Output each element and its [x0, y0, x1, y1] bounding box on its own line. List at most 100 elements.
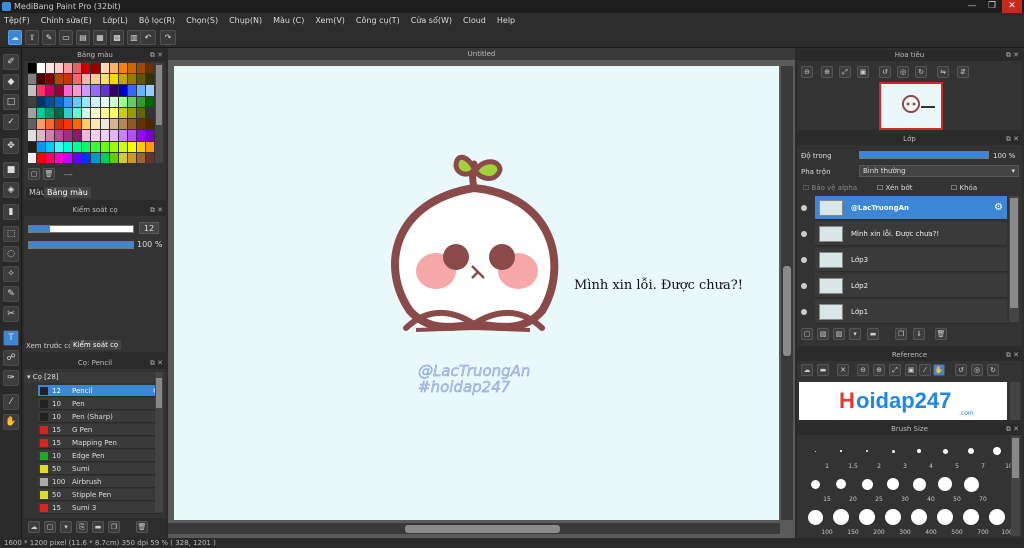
divide-tool-icon[interactable]: ✑ [3, 370, 19, 386]
magic-wand-icon[interactable]: ✧ [3, 266, 19, 282]
palette-swatch[interactable] [64, 141, 73, 152]
zoom-out-icon[interactable]: ⊖ [857, 364, 869, 376]
minimize-button[interactable]: — [962, 0, 982, 13]
brush-tool-icon[interactable]: ✐ [3, 54, 19, 70]
fit-icon[interactable]: ⤢ [839, 66, 851, 78]
palette-swatch[interactable] [109, 74, 118, 85]
palette-swatch[interactable] [55, 152, 64, 163]
bucket-tool-icon[interactable]: ◈ [3, 182, 19, 198]
rotate-left-icon[interactable]: ↺ [955, 364, 967, 376]
palette-swatch[interactable] [109, 107, 118, 119]
palette-swatch[interactable] [100, 85, 109, 96]
check-tool-icon[interactable]: ✓ [3, 114, 19, 130]
frame-icon[interactable]: ▦ [93, 30, 107, 45]
palette-swatch[interactable] [37, 152, 46, 163]
brush-item[interactable]: 10 Pen (Sharp) [38, 411, 162, 423]
palette-swatch[interactable] [100, 130, 109, 141]
palette-swatch[interactable] [28, 119, 37, 130]
palette-swatch[interactable] [136, 74, 145, 85]
brush-item[interactable]: 15 Mapping Pen [38, 437, 162, 449]
brush-size-option[interactable]: 100 [803, 506, 833, 536]
palette-swatch[interactable] [91, 63, 100, 74]
new-page-icon[interactable]: ▢ [28, 168, 40, 180]
select-tool-icon[interactable]: ⬚ [3, 226, 19, 242]
gear-icon[interactable]: ⚙ [994, 196, 1003, 220]
palette-swatch[interactable] [100, 96, 109, 107]
move-tool-icon[interactable]: ✥ [3, 138, 19, 154]
brush-item[interactable]: 10 Pen [38, 398, 162, 410]
brush-item[interactable]: 50 Sumi [38, 463, 162, 475]
palette-swatch[interactable] [55, 63, 64, 74]
navigator-preview[interactable] [879, 82, 943, 130]
close-button[interactable]: ✕ [1002, 0, 1022, 13]
palette-swatch[interactable] [118, 130, 127, 141]
select-eraser-icon[interactable]: ✂ [3, 306, 19, 322]
folder-icon[interactable]: ▬ [817, 364, 829, 376]
palette-swatch[interactable] [28, 152, 37, 163]
brush-size-option[interactable]: 150 [829, 506, 859, 536]
vertical-scroll-thumb[interactable] [783, 266, 791, 356]
palette-swatch[interactable] [64, 96, 73, 107]
duplicate-icon[interactable]: ❐ [108, 521, 120, 533]
palette-swatch[interactable] [82, 130, 91, 141]
layer-scrollbar[interactable] [1009, 196, 1019, 322]
palette-swatch[interactable] [37, 141, 46, 152]
palette-swatch[interactable] [127, 63, 136, 74]
palette-swatch[interactable] [82, 141, 91, 152]
brush-size-option[interactable]: 20 [829, 473, 857, 503]
palette-swatch[interactable] [145, 85, 154, 96]
palette-swatch[interactable] [82, 96, 91, 107]
palette-swatch[interactable] [136, 152, 145, 163]
palette-swatch[interactable] [109, 152, 118, 163]
trash-icon[interactable]: 🗑 [935, 328, 947, 340]
zoom-out-icon[interactable]: ⊖ [801, 66, 813, 78]
brush-item[interactable]: 15 Sumi 3 [38, 502, 162, 514]
layer-opacity-slider[interactable] [859, 151, 989, 159]
rotate-left-icon[interactable]: ↺ [879, 66, 891, 78]
layer-visibility-icon[interactable] [801, 205, 807, 211]
palette-swatch[interactable] [136, 119, 145, 130]
palette-swatch[interactable] [100, 107, 109, 119]
palette-swatch[interactable] [127, 96, 136, 107]
speech-bubble-icon[interactable]: ▭ [59, 30, 73, 45]
close-icon[interactable]: ✕ [837, 364, 849, 376]
palette-swatch[interactable] [55, 119, 64, 130]
menu-filter[interactable]: Bộ lọc(R) [139, 16, 175, 25]
new-8bit-layer-icon[interactable]: ▨ [833, 328, 845, 340]
palette-swatch[interactable] [46, 63, 55, 74]
palette-swatch[interactable] [73, 141, 82, 152]
cloud-brush-icon[interactable]: ☁ [28, 521, 40, 533]
eraser-tool-icon[interactable]: ◆ [3, 74, 19, 90]
duplicate-icon[interactable]: ❐ [895, 328, 907, 340]
palette-swatch[interactable] [37, 119, 46, 130]
panel-controls-icon[interactable]: ⧉ ✕ [1006, 350, 1019, 361]
brush-size-option[interactable]: 400 [907, 506, 937, 536]
text-tool-icon[interactable]: T [3, 330, 19, 346]
clipping-checkbox[interactable]: ☐ Xén bớt [877, 184, 912, 192]
palette-scrollbar[interactable] [155, 63, 163, 163]
palette-swatch[interactable] [127, 130, 136, 141]
palette-swatch[interactable] [55, 85, 64, 96]
merge-icon[interactable]: ⇓ [913, 328, 925, 340]
brush-item[interactable]: 12Pencil⚙ [38, 385, 162, 397]
palette-swatch[interactable] [118, 96, 127, 107]
brush-item[interactable]: 50 Stipple Pen [38, 489, 162, 501]
palette-swatch[interactable] [46, 141, 55, 152]
brush-size-option[interactable]: 7 [959, 440, 985, 470]
palette-swatch[interactable] [46, 96, 55, 107]
brush-scrollbar[interactable] [155, 372, 163, 512]
zoom-in-icon[interactable]: ⊕ [873, 364, 885, 376]
palette-swatch[interactable] [82, 107, 91, 119]
palette-swatch[interactable] [118, 119, 127, 130]
palette-swatch[interactable] [28, 130, 37, 141]
palette-swatch[interactable] [136, 107, 145, 119]
palette-swatch[interactable] [73, 107, 82, 119]
menu-edit[interactable]: Chỉnh sửa(E) [41, 16, 92, 25]
operation-tool-icon[interactable]: ☍ [3, 350, 19, 366]
tab-palette[interactable]: Bảng màu [44, 187, 91, 198]
palette-swatch[interactable] [73, 130, 82, 141]
palette-swatch[interactable] [127, 119, 136, 130]
palette-swatch[interactable] [109, 63, 118, 74]
palette-swatch[interactable] [37, 107, 46, 119]
tab-brush-preview[interactable]: Xem trước cọ [26, 342, 72, 350]
